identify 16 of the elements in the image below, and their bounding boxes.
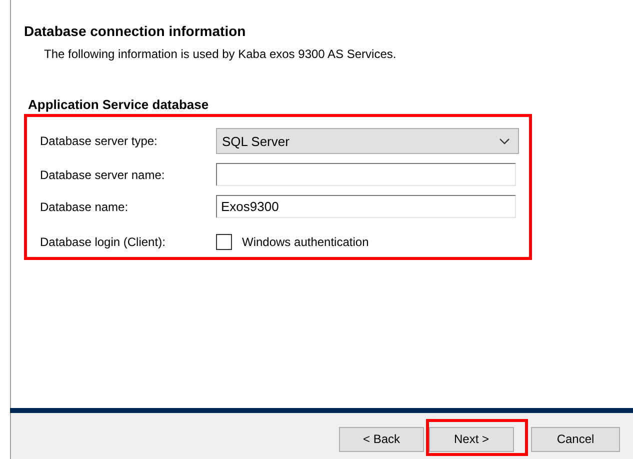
field-label: Database name: [40, 200, 130, 214]
back-button[interactable]: < Back [339, 426, 424, 452]
field-label: Database server name: [40, 168, 166, 182]
page-title: Database connection information [24, 23, 247, 39]
page-description: The following information is used by Kaba exos 9300 AS Services. [44, 47, 398, 61]
server-type-dropdown[interactable]: SQL Server [216, 128, 519, 154]
cancel-button[interactable]: Cancel [531, 426, 620, 452]
input-field[interactable] [216, 163, 516, 186]
field-label: Database server type: [40, 134, 158, 148]
checkbox[interactable] [216, 234, 232, 250]
chevron-down-icon [499, 138, 510, 144]
field-label: Database login (Client): [40, 235, 166, 249]
checkbox-label[interactable]: Windows authentication [242, 235, 369, 249]
input-field[interactable]: Exos9300 [216, 195, 516, 218]
group-title: Application Service database [28, 97, 210, 112]
next-button[interactable]: Next > [429, 426, 514, 452]
